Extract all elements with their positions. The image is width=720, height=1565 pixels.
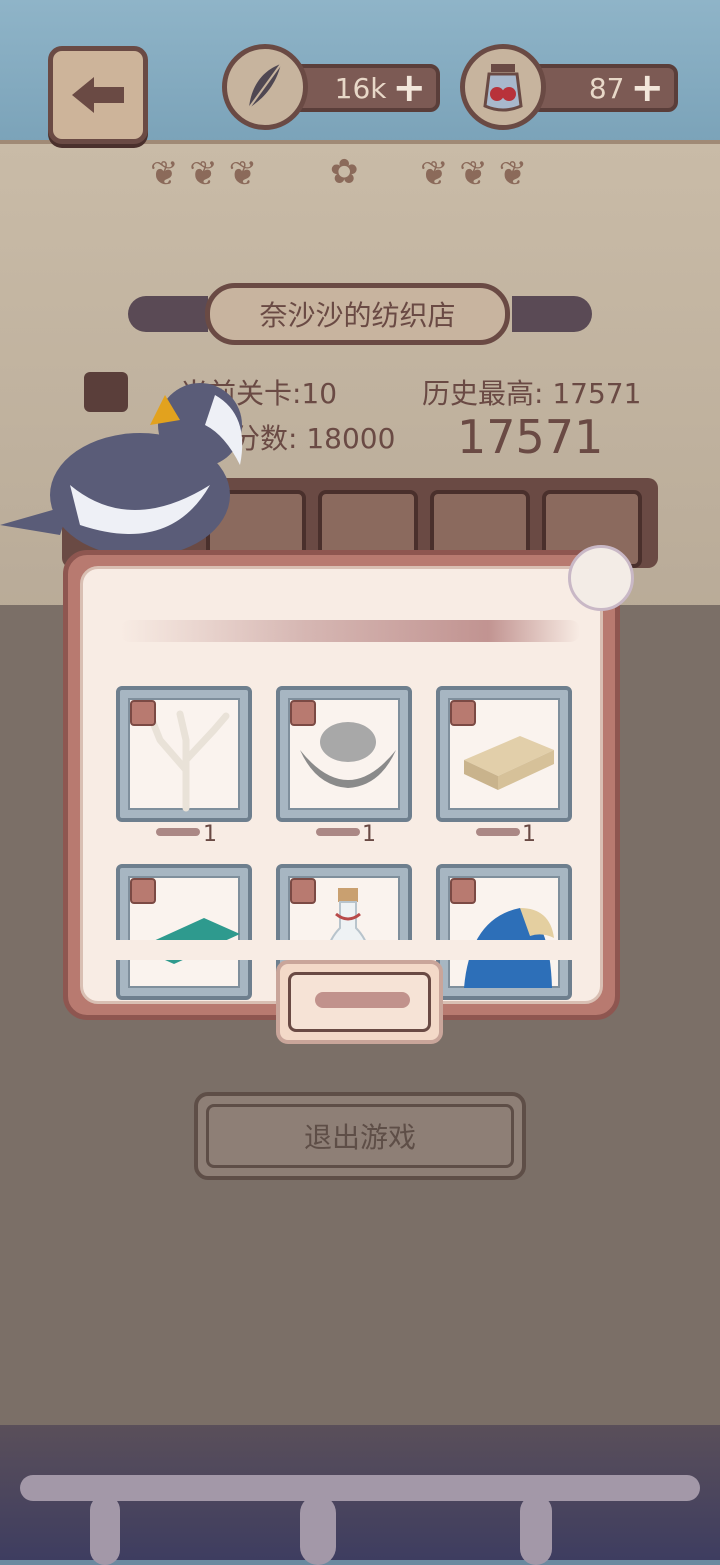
reward-item-silver-ingot[interactable] [276,686,412,822]
grid-scroll-edge [110,940,580,960]
item-tag [450,878,476,904]
scroll-ornament-center: ✿ [330,152,359,192]
add-feather-button[interactable]: + [392,65,426,111]
reward-item-linen-cloth[interactable] [436,686,572,822]
gem-amount: 87 [588,71,625,105]
branch [20,1475,700,1501]
root [90,1495,120,1565]
item-quantity: 1 [522,822,536,847]
feather-counter: 16k + [290,64,440,112]
item-tag [290,700,316,726]
score-value: 17571 [457,410,604,464]
reward-item-blue-shell[interactable] [436,864,572,1000]
qty-smudge [316,828,360,836]
shop-title: 奈沙沙的纺织店 [205,283,510,345]
qty-smudge [476,828,520,836]
confirm-label-smudge [315,992,410,1008]
arrow-left-icon [72,77,124,113]
item-quantity: 1 [203,822,217,847]
item-tag [130,878,156,904]
berry-jar-icon [460,44,546,130]
root [300,1495,336,1565]
bottom-decoration [0,1425,720,1565]
item-tag [290,878,316,904]
add-gem-button[interactable]: + [630,65,664,111]
curl-ornament-icon [568,545,634,611]
scroll-ornament-left: ❦ ❦ ❦ [150,154,258,194]
magpie-bird-icon [0,383,243,557]
feather-amount: 16k [334,71,387,105]
reward-item-coral[interactable] [116,686,252,822]
feather-icon [222,44,308,130]
best-score-label: 历史最高: 17571 [422,377,642,410]
exit-game-label[interactable]: 退出游戏 [206,1104,514,1168]
item-tag [130,700,156,726]
root [520,1495,552,1565]
dialog-title-smudge [120,620,580,642]
reward-item-teal-fabric[interactable] [116,864,252,1000]
scroll-ornament-right: ❦ ❦ ❦ [420,154,528,194]
back-button[interactable] [48,46,148,144]
ribbon-wing-right [512,296,592,332]
ribbon-wing-left [128,296,208,332]
gem-counter: 87 + [530,64,678,112]
qty-smudge [156,828,200,836]
item-tag [450,700,476,726]
item-quantity: 1 [362,822,376,847]
